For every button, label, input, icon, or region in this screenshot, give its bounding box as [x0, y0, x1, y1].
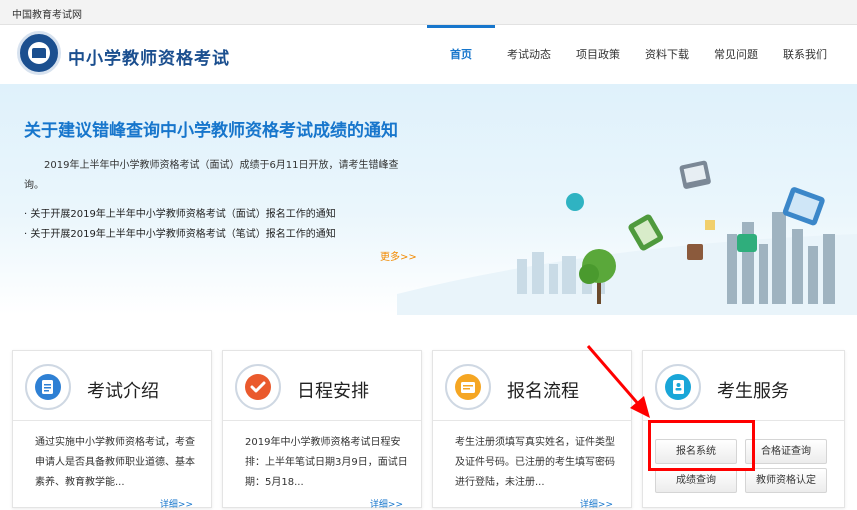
checkmark-icon [235, 364, 281, 410]
site-title[interactable]: 中小学教师资格考试 [68, 44, 230, 69]
banner-description: 2019年上半年中小学教师资格考试（面试）成绩于6月11日开放，请考生错峰查询。 [24, 160, 399, 191]
nav-faq[interactable]: 常见问题 [701, 25, 771, 84]
card-candidate-services-title[interactable]: 考生服务 [717, 377, 789, 403]
nav-downloads[interactable]: 资料下载 [633, 25, 701, 84]
top-bar: 中国教育考试网 [0, 0, 857, 25]
card-exam-intro-title[interactable]: 考试介绍 [87, 377, 159, 403]
nav-policy[interactable]: 项目政策 [563, 25, 633, 84]
city-illustration [397, 160, 857, 315]
certificate-query-button[interactable]: 合格证查询 [745, 439, 827, 464]
nav-home[interactable]: 首页 [427, 25, 495, 84]
site-header: 中小学教师资格考试 首页 考试动态 项目政策 资料下载 常见问题 联系我们 [0, 25, 857, 84]
score-query-button[interactable]: 成绩查询 [655, 468, 737, 493]
red-arrow-icon [586, 345, 650, 418]
card-exam-intro-more-link[interactable]: 详细>> [160, 497, 193, 510]
top-bar-site-name[interactable]: 中国教育考试网 [12, 6, 82, 21]
clipboard-icon [25, 364, 71, 410]
nav-exam-news[interactable]: 考试动态 [495, 25, 563, 84]
banner-link-written[interactable]: · 关于开展2019年上半年中小学教师资格考试（笔试）报名工作的通知 [24, 225, 336, 245]
teacher-qualification-button[interactable]: 教师资格认定 [745, 468, 827, 493]
card-registration-more-link[interactable]: 详细>> [580, 497, 613, 510]
banner-title[interactable]: 关于建议错峰查询中小学教师资格考试成绩的通知 [24, 116, 398, 141]
card-exam-intro-body: 通过实施中小学教师资格考试，考查申请人是否具备教师职业道德、基本素养、教育教学能… [35, 437, 195, 488]
emblem-logo-icon [17, 31, 61, 75]
card-schedule-title[interactable]: 日程安排 [297, 377, 369, 403]
banner-link-interview[interactable]: · 关于开展2019年上半年中小学教师资格考试（面试）报名工作的通知 [24, 205, 336, 225]
card-schedule-body: 2019年中小学教师资格考试日程安排：上半年笔试日期3月9日，面试日期：5月18… [245, 437, 408, 488]
nav-contact[interactable]: 联系我们 [771, 25, 839, 84]
banner-link-list: · 关于开展2019年上半年中小学教师资格考试（面试）报名工作的通知 · 关于开… [24, 205, 336, 245]
card-schedule-more-link[interactable]: 详细>> [370, 497, 403, 510]
card-registration-title[interactable]: 报名流程 [507, 377, 579, 403]
card-schedule: 日程安排 2019年中小学教师资格考试日程安排：上半年笔试日期3月9日，面试日期… [222, 350, 422, 510]
form-icon [445, 364, 491, 410]
main-nav: 首页 考试动态 项目政策 资料下载 常见问题 联系我们 [427, 25, 839, 84]
card-exam-intro: 考试介绍 通过实施中小学教师资格考试，考查申请人是否具备教师职业道德、基本素养、… [12, 350, 212, 510]
card-registration-body: 考生注册须填写真实姓名，证件类型及证件号码。已注册的考生填写密码进行登陆，未注册… [455, 437, 615, 488]
banner: 关于建议错峰查询中小学教师资格考试成绩的通知 2019年上半年中小学教师资格考试… [0, 84, 857, 315]
